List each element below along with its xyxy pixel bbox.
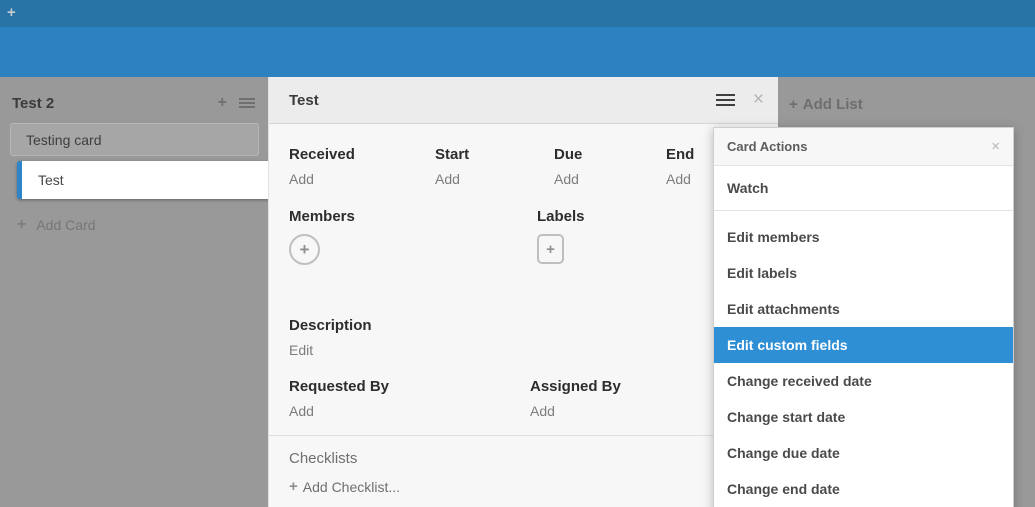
received-add-link[interactable]: Add <box>289 171 435 187</box>
card-detail-title: Test <box>289 92 716 109</box>
list-header: Test 2 + <box>0 77 269 123</box>
plus-icon: + <box>789 96 798 113</box>
menu-item-change-received-date[interactable]: Change received date <box>714 363 1013 399</box>
requested-by-add-link[interactable]: Add <box>289 403 530 419</box>
menu-item-edit-attachments[interactable]: Edit attachments <box>714 291 1013 327</box>
menu-item-edit-custom-fields[interactable]: Edit custom fields <box>714 327 1013 363</box>
card-title: Test <box>38 172 64 188</box>
add-member-button[interactable]: + <box>289 234 320 265</box>
description-section: Description Edit <box>289 317 758 358</box>
received-label: Received <box>289 146 435 163</box>
requested-assigned-row: Requested By Add Assigned By Add <box>289 378 758 419</box>
add-list-label: Add List <box>803 96 863 113</box>
menu-item-change-due-date[interactable]: Change due date <box>714 435 1013 471</box>
end-field: End Add <box>666 146 694 187</box>
labels-label: Labels <box>537 208 585 225</box>
dates-row: Received Add Start Add Due Add End Add <box>289 146 758 187</box>
card-actions-popup: Card Actions × Watch Edit members Edit l… <box>713 127 1014 507</box>
end-label: End <box>666 146 694 163</box>
card-detail-panel: Test × Received Add Start Add Due Add En… <box>268 77 778 507</box>
start-add-link[interactable]: Add <box>435 171 554 187</box>
list-menu-icon[interactable] <box>239 98 255 109</box>
description-edit-link[interactable]: Edit <box>289 342 758 358</box>
menu-item-watch[interactable]: Watch <box>714 166 1013 211</box>
card-detail-header: Test × <box>269 77 778 124</box>
plus-icon: + <box>17 216 26 234</box>
requested-by-field: Requested By Add <box>289 378 530 419</box>
due-field: Due Add <box>554 146 666 187</box>
close-icon[interactable]: × <box>991 141 1000 153</box>
start-field: Start Add <box>435 146 554 187</box>
assigned-by-add-link[interactable]: Add <box>530 403 621 419</box>
start-label: Start <box>435 146 554 163</box>
members-labels-row: Members + Labels + <box>289 208 758 265</box>
close-icon[interactable]: × <box>753 93 764 107</box>
watch-label: Watch <box>727 180 768 196</box>
card-test-selected[interactable]: Test <box>17 161 269 199</box>
card-actions-menu-icon[interactable] <box>716 94 735 107</box>
add-card-label: Add Card <box>36 217 95 233</box>
due-add-link[interactable]: Add <box>554 171 666 187</box>
card-testing-card[interactable]: Testing card <box>10 123 259 156</box>
add-checklist-label: Add Checklist... <box>303 479 400 495</box>
card-title: Testing card <box>26 132 101 148</box>
checklists-section: Checklists + Add Checklist... <box>289 436 758 507</box>
menu-item-change-start-date[interactable]: Change start date <box>714 399 1013 435</box>
members-label: Members <box>289 208 537 225</box>
menu-item-change-end-date[interactable]: Change end date <box>714 471 1013 507</box>
description-label: Description <box>289 317 758 334</box>
labels-field: Labels + <box>537 208 585 265</box>
due-label: Due <box>554 146 666 163</box>
plus-icon: + <box>289 478 298 495</box>
plus-icon: + <box>546 241 555 258</box>
members-field: Members + <box>289 208 537 265</box>
received-field: Received Add <box>289 146 435 187</box>
card-actions-title: Card Actions <box>727 139 991 154</box>
checklists-label: Checklists <box>289 450 758 467</box>
menu-item-edit-labels[interactable]: Edit labels <box>714 255 1013 291</box>
add-card-button[interactable]: + Add Card <box>17 216 269 234</box>
menu-item-edit-members[interactable]: Edit members <box>714 219 1013 255</box>
card-actions-menu: Edit members Edit labels Edit attachment… <box>714 211 1013 507</box>
card-detail-body: Received Add Start Add Due Add End Add M… <box>269 124 778 507</box>
assigned-by-label: Assigned By <box>530 378 621 395</box>
board-header-bar <box>0 27 1035 77</box>
top-navbar: + <box>0 0 1035 27</box>
assigned-by-field: Assigned By Add <box>530 378 621 419</box>
add-list-button[interactable]: + Add List <box>789 96 863 113</box>
add-board-icon[interactable]: + <box>7 5 16 21</box>
add-checklist-button[interactable]: + Add Checklist... <box>289 478 758 495</box>
requested-by-label: Requested By <box>289 378 530 395</box>
plus-icon: + <box>300 240 310 260</box>
end-add-link[interactable]: Add <box>666 171 694 187</box>
card-actions-header: Card Actions × <box>714 128 1013 166</box>
list-add-icon[interactable]: + <box>218 94 227 112</box>
list-title: Test 2 <box>12 95 206 112</box>
add-label-button[interactable]: + <box>537 234 564 264</box>
list-test-2: Test 2 + Testing card Test + Add Card <box>0 77 269 234</box>
